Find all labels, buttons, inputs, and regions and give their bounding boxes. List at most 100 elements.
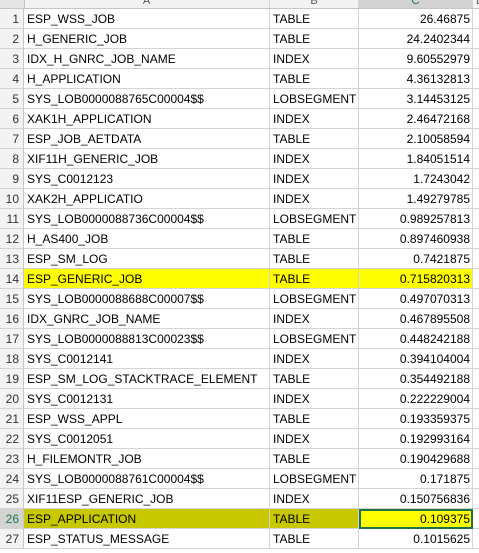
cell-empty[interactable]: [473, 49, 479, 69]
cell-type[interactable]: TABLE: [270, 69, 359, 89]
cell-type[interactable]: INDEX: [270, 189, 359, 209]
cell-type[interactable]: TABLE: [270, 449, 359, 469]
cell-name[interactable]: SYS_LOB0000088813C00023$$: [24, 329, 270, 349]
cell-name[interactable]: XAK2H_APPLICATIO: [24, 189, 270, 209]
cell-type[interactable]: LOBSEGMENT: [270, 469, 359, 489]
cell-name[interactable]: ESP_SM_LOG: [24, 249, 270, 269]
cell-type[interactable]: INDEX: [270, 429, 359, 449]
cell-value[interactable]: 1.49279785: [359, 189, 473, 209]
cell-value[interactable]: 1.7243042: [359, 169, 473, 189]
row-header[interactable]: 4: [0, 69, 24, 89]
cell-type[interactable]: LOBSEGMENT: [270, 89, 359, 109]
cell-type[interactable]: INDEX: [270, 49, 359, 69]
row-header[interactable]: 2: [0, 29, 24, 49]
row-header[interactable]: 14: [0, 269, 24, 289]
cell-name[interactable]: H_GENERIC_JOB: [24, 29, 270, 49]
cell-name[interactable]: ESP_WSS_APPL: [24, 409, 270, 429]
column-header-a[interactable]: A: [24, 0, 270, 8]
row-header[interactable]: 24: [0, 469, 24, 489]
row-header[interactable]: 6: [0, 109, 24, 129]
cell-empty[interactable]: [473, 369, 479, 389]
row-header[interactable]: 8: [0, 149, 24, 169]
cell-type[interactable]: INDEX: [270, 309, 359, 329]
row-header[interactable]: 21: [0, 409, 24, 429]
row-header[interactable]: 25: [0, 489, 24, 509]
cell-value[interactable]: 0.897460938: [359, 229, 473, 249]
row-header[interactable]: 17: [0, 329, 24, 349]
row-header[interactable]: 10: [0, 189, 24, 209]
cell-value[interactable]: 0.222229004: [359, 389, 473, 409]
cell-name[interactable]: ESP_GENERIC_JOB: [24, 269, 270, 289]
row-header[interactable]: 20: [0, 389, 24, 409]
cell-name[interactable]: SYS_LOB0000088736C00004$$: [24, 209, 270, 229]
cell-empty[interactable]: [473, 29, 479, 49]
row-header[interactable]: 26: [0, 509, 24, 529]
cell-empty[interactable]: [473, 9, 479, 29]
cell-value[interactable]: 0.190429688: [359, 449, 473, 469]
cell-empty[interactable]: [473, 349, 479, 369]
cell-name[interactable]: H_APPLICATION: [24, 69, 270, 89]
cell-empty[interactable]: [473, 189, 479, 209]
cell-type[interactable]: TABLE: [270, 229, 359, 249]
cell-type[interactable]: TABLE: [270, 249, 359, 269]
row-header[interactable]: 19: [0, 369, 24, 389]
row-header[interactable]: 18: [0, 349, 24, 369]
cell-type[interactable]: TABLE: [270, 509, 359, 529]
cell-type[interactable]: TABLE: [270, 129, 359, 149]
row-header[interactable]: 5: [0, 89, 24, 109]
cell-value[interactable]: 0.192993164: [359, 429, 473, 449]
cell-name[interactable]: SYS_C0012131: [24, 389, 270, 409]
row-header[interactable]: 3: [0, 49, 24, 69]
row-header[interactable]: 12: [0, 229, 24, 249]
row-header[interactable]: 11: [0, 209, 24, 229]
cell-empty[interactable]: [473, 269, 479, 289]
cell-name[interactable]: ESP_SM_LOG_STACKTRACE_ELEMENT: [24, 369, 270, 389]
cell-name[interactable]: XAK1H_APPLICATION: [24, 109, 270, 129]
cell-value[interactable]: 0.394104004: [359, 349, 473, 369]
cell-type[interactable]: TABLE: [270, 409, 359, 429]
cell-empty[interactable]: [473, 289, 479, 309]
cell-name[interactable]: IDX_GNRC_JOB_NAME: [24, 309, 270, 329]
cell-type[interactable]: LOBSEGMENT: [270, 329, 359, 349]
row-header[interactable]: 16: [0, 309, 24, 329]
row-header[interactable]: 23: [0, 449, 24, 469]
column-header-c[interactable]: C: [359, 0, 473, 8]
cell-type[interactable]: LOBSEGMENT: [270, 209, 359, 229]
cell-type[interactable]: TABLE: [270, 529, 359, 549]
cell-value[interactable]: 26.46875: [359, 9, 473, 29]
cell-type[interactable]: TABLE: [270, 269, 359, 289]
cell-name[interactable]: SYS_C0012051: [24, 429, 270, 449]
cell-name[interactable]: ESP_JOB_AETDATA: [24, 129, 270, 149]
cell-name[interactable]: ESP_STATUS_MESSAGE: [24, 529, 270, 549]
cell-empty[interactable]: [473, 449, 479, 469]
cell-value[interactable]: 4.36132813: [359, 69, 473, 89]
cell-empty[interactable]: [473, 409, 479, 429]
cell-value[interactable]: 0.497070313: [359, 289, 473, 309]
cell-empty[interactable]: [473, 309, 479, 329]
cell-name[interactable]: XIF11H_GENERIC_JOB: [24, 149, 270, 169]
cell-empty[interactable]: [473, 129, 479, 149]
cell-empty[interactable]: [473, 389, 479, 409]
cell-type[interactable]: TABLE: [270, 9, 359, 29]
cell-type[interactable]: INDEX: [270, 109, 359, 129]
cell-value[interactable]: 0.448242188: [359, 329, 473, 349]
row-header[interactable]: 9: [0, 169, 24, 189]
cell-empty[interactable]: [473, 69, 479, 89]
cell-name[interactable]: SYS_C0012123: [24, 169, 270, 189]
cell-type[interactable]: LOBSEGMENT: [270, 289, 359, 309]
cell-empty[interactable]: [473, 89, 479, 109]
cell-value[interactable]: 0.7421875: [359, 249, 473, 269]
cell-value[interactable]: 1.84051514: [359, 149, 473, 169]
cell-value[interactable]: 2.10058594: [359, 129, 473, 149]
row-header[interactable]: 13: [0, 249, 24, 269]
cell-empty[interactable]: [473, 329, 479, 349]
cell-type[interactable]: TABLE: [270, 369, 359, 389]
row-header[interactable]: 15: [0, 289, 24, 309]
cell-empty[interactable]: [473, 229, 479, 249]
cell-value[interactable]: 0.150756836: [359, 489, 473, 509]
cell-name[interactable]: SYS_LOB0000088761C00004$$: [24, 469, 270, 489]
select-all-corner[interactable]: [0, 0, 25, 8]
cell-empty[interactable]: [473, 429, 479, 449]
cell-type[interactable]: TABLE: [270, 29, 359, 49]
row-header[interactable]: 1: [0, 9, 24, 29]
